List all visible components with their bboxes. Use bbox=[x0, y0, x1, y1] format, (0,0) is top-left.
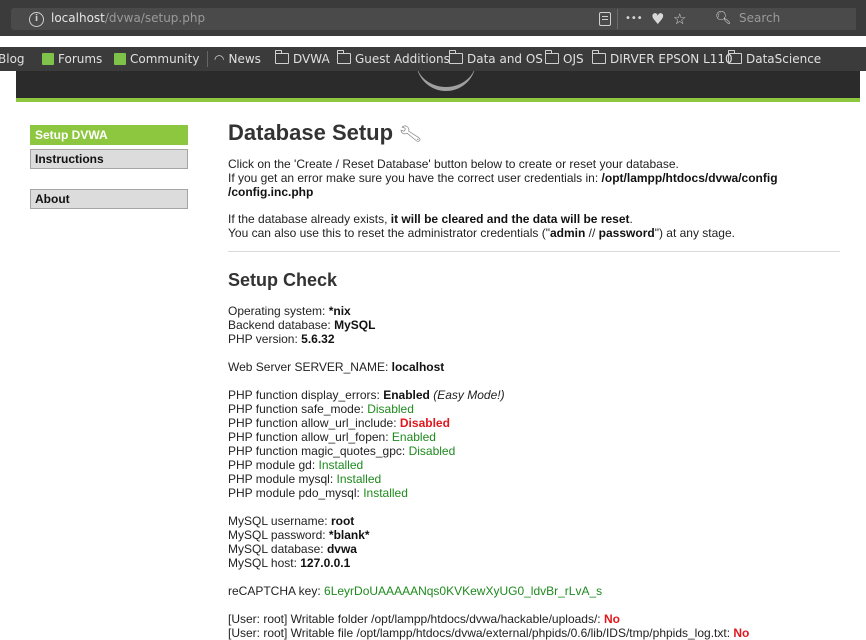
reader-view-icon[interactable] bbox=[599, 12, 611, 26]
page-title-row: Database Setup 🔧︎ bbox=[228, 120, 424, 147]
folder-icon bbox=[449, 50, 463, 64]
check-magic-quotes: PHP function magic_quotes_gpc: Disabled bbox=[228, 444, 456, 458]
pocket-icon[interactable]: ♥ bbox=[651, 8, 664, 30]
folder-icon bbox=[592, 50, 606, 64]
search-box[interactable]: 🔍︎ Search bbox=[701, 8, 856, 30]
check-display-errors: PHP function display_errors: Enabled (Ea… bbox=[228, 388, 505, 402]
check-os: Operating system: *nix bbox=[228, 304, 351, 318]
bookmarks-separator bbox=[207, 51, 208, 67]
url-path: /dvwa/setup.php bbox=[104, 11, 206, 25]
bookmark-dvwa[interactable]: DVWA bbox=[275, 50, 330, 66]
setup-check-title: Setup Check bbox=[228, 270, 338, 290]
community-favicon-icon bbox=[114, 53, 126, 65]
check-module-pdo: PHP module pdo_mysql: Installed bbox=[228, 486, 408, 500]
setup-check-heading-row: Setup Check bbox=[228, 270, 337, 291]
check-php-version: PHP version: 5.6.32 bbox=[228, 332, 335, 346]
check-server-name: Web Server SERVER_NAME: localhost bbox=[228, 360, 445, 374]
info-icon[interactable]: i bbox=[29, 12, 44, 27]
check-uploads-writable: [User: root] Writable folder /opt/lampp/… bbox=[228, 612, 620, 626]
check-module-gd: PHP module gd: Installed bbox=[228, 458, 364, 472]
menu-setup-dvwa[interactable]: Setup DVWA bbox=[30, 125, 188, 145]
bookmark-data-and-os[interactable]: Data and OS bbox=[449, 50, 543, 66]
dvwa-logo bbox=[416, 71, 476, 91]
folder-icon bbox=[545, 50, 559, 64]
intro-line-3: /config.inc.php bbox=[228, 185, 314, 199]
check-recaptcha: reCAPTCHA key: 6LeyrDoUAAAAANqs0KVKewXyU… bbox=[228, 584, 603, 598]
check-mysql-host: MySQL host: 127.0.0.1 bbox=[228, 556, 351, 570]
check-mysql-password: MySQL password: *blank* bbox=[228, 528, 370, 542]
bookmark-news[interactable]: ◠ News bbox=[214, 52, 261, 66]
folder-icon bbox=[337, 50, 351, 64]
section-divider bbox=[228, 251, 840, 252]
bookmark-guest-additions[interactable]: Guest Additions bbox=[337, 50, 450, 66]
check-mysql-database: MySQL database: dvwa bbox=[228, 542, 357, 556]
bookmark-star-icon[interactable]: ☆ bbox=[673, 8, 686, 30]
exists-line-2: You can also use this to reset the admin… bbox=[228, 226, 735, 240]
header-divider bbox=[16, 98, 860, 102]
bookmark-datascience[interactable]: DataScience bbox=[728, 50, 821, 66]
check-module-mysql: PHP module mysql: Installed bbox=[228, 472, 382, 486]
bookmark-blog[interactable]: Blog bbox=[0, 52, 25, 66]
folder-icon bbox=[275, 50, 289, 64]
bookmark-driver-epson[interactable]: DIRVER EPSON L110 bbox=[592, 50, 733, 66]
page-actions-icon[interactable]: ••• bbox=[625, 8, 643, 30]
dvwa-header bbox=[16, 71, 860, 98]
address-bar[interactable]: i localhost/dvwa/setup.php ••• ♥ ☆ 🔍︎ Se… bbox=[11, 8, 856, 30]
bookmark-ojs[interactable]: OJS bbox=[545, 50, 584, 66]
check-allow-url-fopen: PHP function allow_url_fopen: Enabled bbox=[228, 430, 436, 444]
menu-instructions[interactable]: Instructions bbox=[30, 149, 188, 169]
config-path: /opt/lampp/htdocs/dvwa/config bbox=[601, 171, 778, 185]
url-text[interactable]: localhost/dvwa/setup.php bbox=[51, 11, 205, 25]
check-db: Backend database: MySQL bbox=[228, 318, 376, 332]
check-mysql-username: MySQL username: root bbox=[228, 514, 355, 528]
browser-toolbar: i localhost/dvwa/setup.php ••• ♥ ☆ 🔍︎ Se… bbox=[0, 0, 866, 36]
bookmark-forums[interactable]: Forums bbox=[42, 52, 102, 66]
menu-about[interactable]: About bbox=[30, 189, 188, 209]
check-allow-url-include: PHP function allow_url_include: Disabled bbox=[228, 416, 450, 430]
toolbar-separator bbox=[617, 9, 618, 29]
url-host: localhost bbox=[51, 11, 105, 25]
forums-favicon-icon bbox=[42, 53, 54, 65]
bookmark-community[interactable]: Community bbox=[114, 52, 199, 66]
exists-line-1: If the database already exists, it will … bbox=[228, 212, 633, 226]
page-title: Database Setup bbox=[228, 120, 394, 145]
folder-icon bbox=[728, 50, 742, 64]
check-phpids-writable: [User: root] Writable file /opt/lampp/ht… bbox=[228, 626, 750, 640]
wrench-icon: 🔧︎ bbox=[397, 122, 424, 147]
search-input[interactable]: Search bbox=[739, 11, 780, 25]
check-safe-mode: PHP function safe_mode: Disabled bbox=[228, 402, 414, 416]
intro-line-2: If you get an error make sure you have t… bbox=[228, 171, 778, 185]
intro-line-1: Click on the 'Create / Reset Database' b… bbox=[228, 157, 679, 171]
bookmarks-toolbar: Blog Forums Community ◠ News DVWA Guest A… bbox=[0, 47, 866, 71]
rss-icon: ◠ bbox=[214, 52, 225, 66]
search-icon: 🔍︎ bbox=[715, 11, 732, 26]
